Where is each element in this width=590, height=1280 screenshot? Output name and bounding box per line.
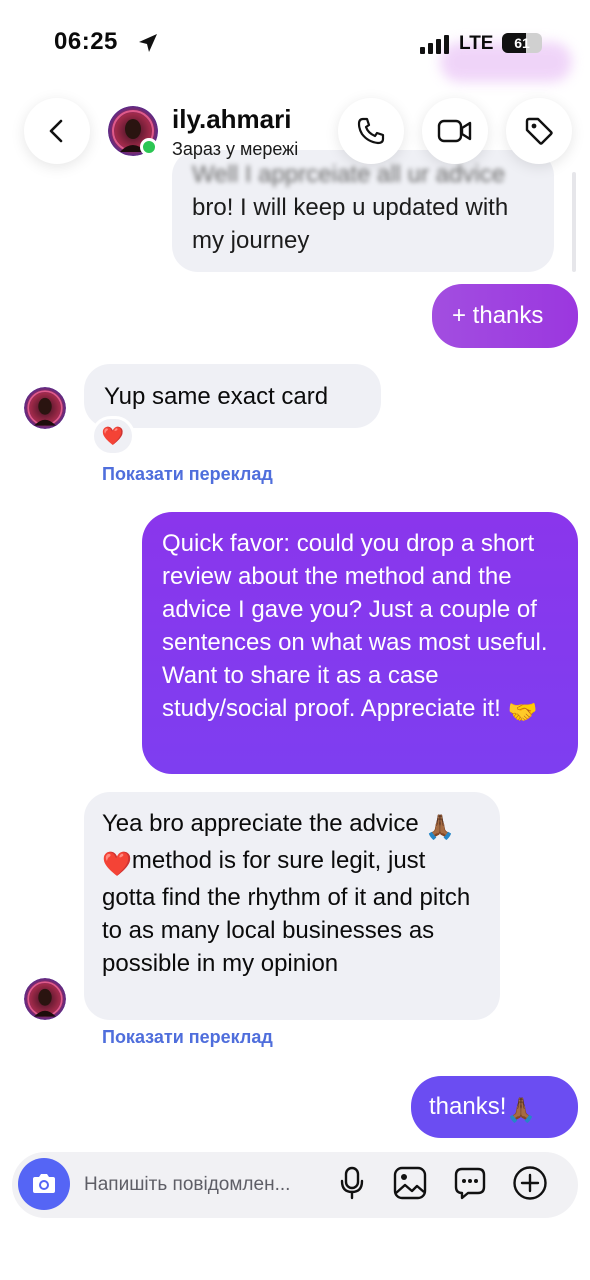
sender-avatar[interactable] — [24, 978, 66, 1020]
plus-icon — [513, 1166, 547, 1200]
red-heart-emoji: ❤️ — [102, 851, 132, 878]
voice-message-button[interactable] — [334, 1165, 370, 1201]
message-text: Quick favor: could you drop a short revi… — [162, 530, 548, 722]
back-icon — [49, 119, 63, 143]
handshake-emoji: 🤝 — [507, 699, 538, 726]
battery-level: 61 — [514, 35, 530, 51]
audio-call-button[interactable] — [338, 98, 404, 164]
microphone-icon — [340, 1166, 364, 1200]
back-button[interactable] — [24, 98, 90, 164]
contact-username[interactable]: ily.ahmari — [172, 104, 291, 135]
message-text: Yea bro appreciate the advice — [102, 810, 419, 837]
label-button[interactable] — [506, 98, 572, 164]
camera-button[interactable] — [18, 1158, 70, 1210]
phone-icon — [357, 117, 385, 145]
show-translation-link[interactable]: Показати переклад — [102, 464, 273, 485]
sender-avatar[interactable] — [24, 387, 66, 429]
battery-icon: 61 — [502, 33, 542, 53]
sticker-icon — [454, 1167, 486, 1200]
gallery-icon — [393, 1166, 427, 1200]
video-call-button[interactable] — [422, 98, 488, 164]
camera-icon — [33, 1174, 55, 1193]
avatar-image — [24, 387, 66, 429]
message-outgoing[interactable]: Quick favor: could you drop a short revi… — [142, 512, 578, 774]
message-text: + thanks — [452, 302, 544, 329]
message-outgoing[interactable]: + thanks — [432, 284, 578, 348]
status-time: 06:25 — [54, 28, 118, 55]
message-text: thanks! — [429, 1093, 507, 1120]
avatar-image — [24, 978, 66, 1020]
online-status-dot — [140, 138, 158, 156]
heart-icon: ❤️ — [101, 425, 125, 446]
signal-icon — [420, 35, 449, 54]
message-text: method is for sure legit, just gotta fin… — [102, 847, 471, 977]
show-translation-link[interactable]: Показати переклад — [102, 1027, 273, 1048]
more-options-button[interactable] — [512, 1165, 548, 1201]
location-arrow-icon — [139, 34, 157, 52]
network-label: LTE — [459, 33, 494, 54]
presence-status: Зараз у мережі — [172, 139, 299, 159]
message-text: Yup same exact card — [104, 383, 329, 410]
message-text: bro! I will keep u updated with my journ… — [192, 194, 509, 254]
praying-hands-emoji: 🙏🏾 — [506, 1097, 537, 1124]
tag-icon — [525, 117, 553, 145]
message-incoming[interactable]: Yup same exact card — [84, 364, 381, 428]
message-input[interactable] — [84, 1170, 314, 1200]
message-outgoing[interactable]: thanks!🙏🏾 — [411, 1076, 578, 1138]
praying-hands-emoji: 🙏🏾 — [425, 814, 456, 841]
scroll-indicator[interactable] — [572, 172, 576, 272]
heart-reaction[interactable]: ❤️ — [91, 416, 135, 456]
message-outgoing-partial: Well I apprceiate all ur advice bro! I w… — [172, 150, 554, 272]
video-icon — [437, 119, 472, 143]
gallery-button[interactable] — [392, 1165, 428, 1201]
message-incoming[interactable]: Yea bro appreciate the advice 🙏🏾 ❤️method… — [84, 792, 500, 1020]
status-bar: 06:25 LTE 61 — [0, 0, 590, 88]
sticker-button[interactable] — [452, 1165, 488, 1201]
